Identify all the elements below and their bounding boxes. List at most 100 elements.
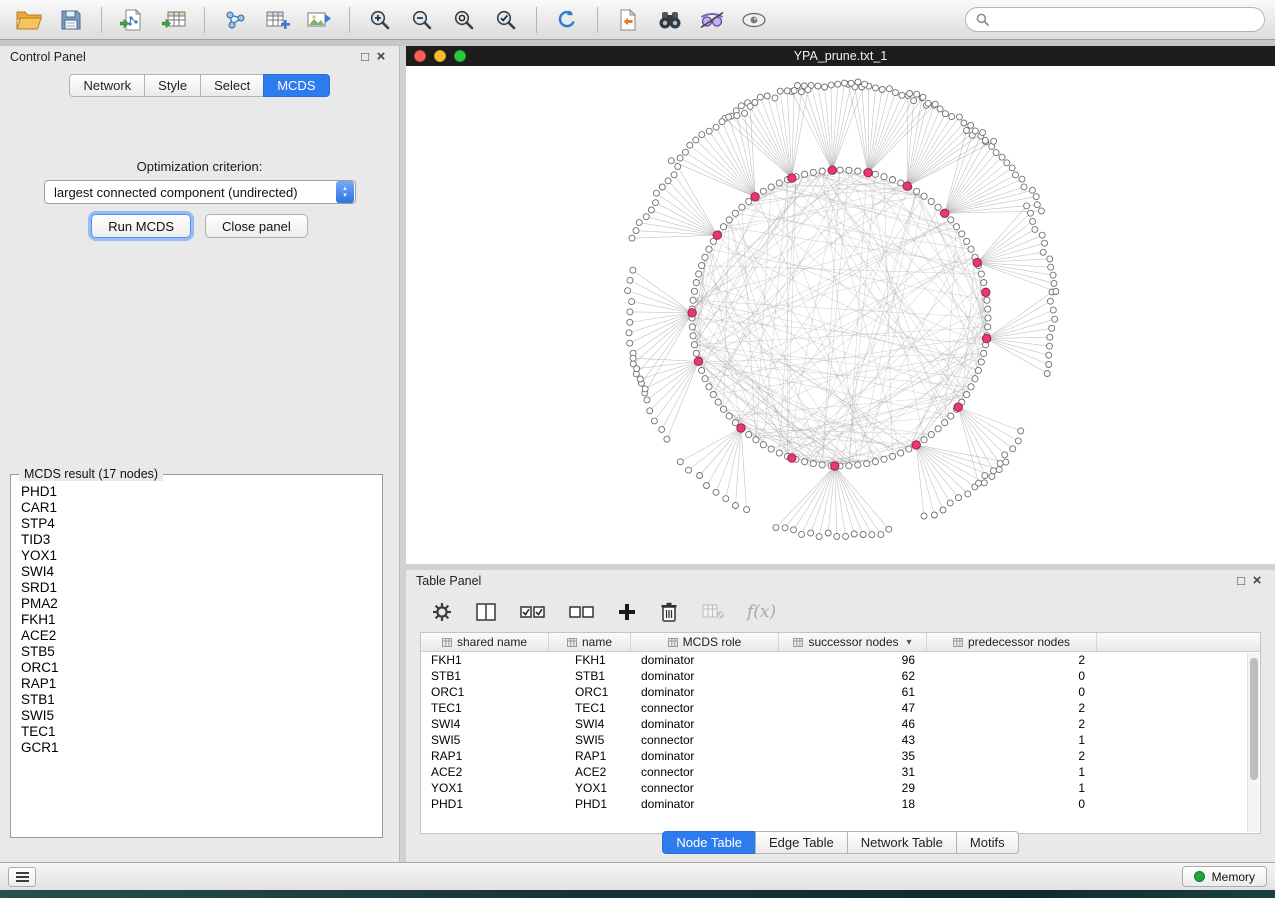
leaf-node[interactable] <box>1051 280 1057 286</box>
leaf-node[interactable] <box>637 376 643 382</box>
mcds-result-item[interactable]: CAR1 <box>21 500 382 516</box>
leaf-node[interactable] <box>777 88 783 94</box>
leaf-node[interactable] <box>630 355 636 361</box>
leaf-node[interactable] <box>949 114 955 120</box>
mcds-result-item[interactable]: RAP1 <box>21 676 382 692</box>
leaf-node[interactable] <box>629 299 635 305</box>
ring-node[interactable] <box>699 262 705 268</box>
leaf-node[interactable] <box>1039 232 1045 238</box>
ring-node[interactable] <box>935 204 941 210</box>
leaf-node[interactable] <box>968 122 974 128</box>
leaf-node[interactable] <box>626 330 632 336</box>
leaf-node[interactable] <box>687 142 693 148</box>
mcds-result-list[interactable]: PHD1CAR1STP4TID3YOX1SWI4SRD1PMA2FKH1ACE2… <box>11 475 382 837</box>
leaf-node[interactable] <box>893 90 899 96</box>
leaf-node[interactable] <box>878 532 884 538</box>
leaf-node[interactable] <box>1010 446 1016 452</box>
leaf-node[interactable] <box>782 525 788 531</box>
leaf-node[interactable] <box>1028 210 1034 216</box>
mcds-result-item[interactable]: ORC1 <box>21 660 382 676</box>
leaf-node[interactable] <box>675 164 681 170</box>
leaf-node[interactable] <box>982 137 988 143</box>
mcds-result-item[interactable]: FKH1 <box>21 612 382 628</box>
mcds-result-item[interactable]: SWI4 <box>21 564 382 580</box>
leaf-node[interactable] <box>1044 371 1050 377</box>
leaf-node[interactable] <box>1049 325 1055 331</box>
search-box[interactable] <box>965 7 1265 32</box>
leaf-node[interactable] <box>757 94 763 100</box>
leaf-node[interactable] <box>869 532 875 538</box>
leaf-node[interactable] <box>981 480 987 486</box>
ring-node[interactable] <box>921 193 927 199</box>
mcds-result-item[interactable]: SWI5 <box>21 708 382 724</box>
zoom-fit-button[interactable] <box>487 4 525 36</box>
hide-details-button[interactable] <box>693 4 731 36</box>
leaf-node[interactable] <box>699 132 705 138</box>
ring-node[interactable] <box>768 446 774 452</box>
leaf-node[interactable] <box>1042 240 1048 246</box>
leaf-node[interactable] <box>1047 298 1053 304</box>
leaf-node[interactable] <box>636 220 642 226</box>
leaf-node[interactable] <box>972 128 978 134</box>
leaf-node[interactable] <box>644 397 650 403</box>
table-tab-edge-table[interactable]: Edge Table <box>755 831 848 854</box>
column-header-name[interactable]: name <box>549 633 631 651</box>
dominator-node[interactable] <box>982 334 990 342</box>
leaf-node[interactable] <box>773 525 779 531</box>
optimization-criterion-select[interactable]: largest connected component (undirected)… <box>44 180 356 204</box>
ring-node[interactable] <box>985 324 991 330</box>
dominator-node[interactable] <box>713 231 721 239</box>
mcds-result-item[interactable]: TID3 <box>21 532 382 548</box>
ring-node[interactable] <box>921 437 927 443</box>
leaf-node[interactable] <box>726 114 732 120</box>
leaf-node[interactable] <box>648 207 654 213</box>
ring-node[interactable] <box>959 231 965 237</box>
close-table-panel-button[interactable]: × <box>1249 573 1265 589</box>
table-scrollbar[interactable] <box>1247 653 1259 832</box>
ring-node[interactable] <box>855 168 861 174</box>
leaf-node[interactable] <box>659 426 665 432</box>
ring-node[interactable] <box>776 450 782 456</box>
column-header-successor-nodes[interactable]: successor nodes▾ <box>779 633 927 651</box>
float-table-panel-button[interactable]: □ <box>1233 573 1249 589</box>
table-row[interactable]: YOX1YOX1connector291 <box>421 780 1260 796</box>
unselect-all-columns-button[interactable] <box>567 604 596 621</box>
mcds-result-item[interactable]: ACE2 <box>21 628 382 644</box>
table-row[interactable]: TEC1TEC1connector472 <box>421 700 1260 716</box>
leaf-node[interactable] <box>1019 176 1025 182</box>
table-row[interactable]: SWI4SWI4dominator462 <box>421 716 1260 732</box>
leaf-node[interactable] <box>911 98 917 104</box>
table-row[interactable]: FKH1FKH1dominator962 <box>421 652 1260 668</box>
leaf-node[interactable] <box>1021 184 1027 190</box>
float-panel-button[interactable]: □ <box>357 49 373 65</box>
ring-node[interactable] <box>702 254 708 260</box>
leaf-node[interactable] <box>634 366 640 372</box>
leaf-node[interactable] <box>828 82 834 88</box>
leaf-node[interactable] <box>1038 208 1044 214</box>
ring-node[interactable] <box>732 210 738 216</box>
leaf-node[interactable] <box>653 190 659 196</box>
leaf-node[interactable] <box>633 228 639 234</box>
ring-node[interactable] <box>881 456 887 462</box>
zoom-out-button[interactable] <box>403 4 441 36</box>
ring-node[interactable] <box>760 442 766 448</box>
leaf-node[interactable] <box>873 85 879 91</box>
ring-node[interactable] <box>746 198 752 204</box>
ring-node[interactable] <box>753 437 759 443</box>
table-tab-network-table[interactable]: Network Table <box>847 831 957 854</box>
table-tab-motifs[interactable]: Motifs <box>956 831 1019 854</box>
leaf-node[interactable] <box>855 79 861 85</box>
leaf-node[interactable] <box>693 137 699 143</box>
leaf-node[interactable] <box>834 533 840 539</box>
leaf-node[interactable] <box>862 81 868 87</box>
leaf-node[interactable] <box>734 113 740 119</box>
status-menu-button[interactable] <box>8 867 36 887</box>
leaf-node[interactable] <box>706 128 712 134</box>
tab-network[interactable]: Network <box>69 74 145 97</box>
leaf-node[interactable] <box>627 340 633 346</box>
leaf-node[interactable] <box>956 114 962 120</box>
table-settings-button[interactable] <box>430 600 454 624</box>
window-close-button[interactable] <box>414 50 426 62</box>
create-column-button[interactable] <box>616 601 638 623</box>
leaf-node[interactable] <box>940 507 946 513</box>
